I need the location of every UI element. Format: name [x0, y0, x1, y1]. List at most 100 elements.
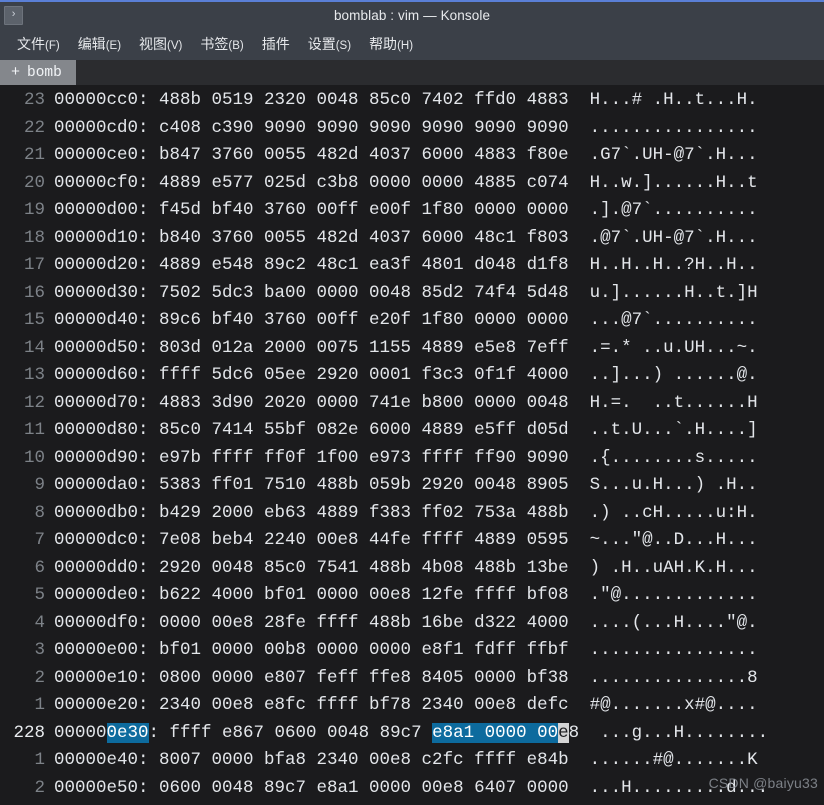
terminal-line: 17 00000d20: 4889 e548 89c2 48c1 ea3f 480…	[2, 252, 824, 280]
hexdump-hex: 0000 00e8 28fe ffff 488b 16be d322 4000	[148, 612, 569, 633]
menu-file[interactable]: 文件(F)	[8, 31, 69, 57]
hexdump-offset: 00000d70:	[54, 392, 149, 413]
hexdump-offset: 00000e50:	[54, 777, 149, 798]
line-number: 1	[34, 750, 45, 770]
hexdump-hex: 85c0 7414 55bf 082e 6000 4889 e5ff d05d	[148, 420, 569, 440]
terminal-line: 21 00000ce0: b847 3760 0055 482d 4037 600…	[2, 142, 824, 170]
hexdump-offset: 00000d10:	[54, 227, 149, 248]
hexdump-ascii: ."@.............	[568, 585, 758, 605]
terminal-line: 3 00000e00: bf01 0000 00b8 0000 0000 e8f1…	[2, 637, 824, 665]
line-number: 17	[23, 255, 45, 275]
hexdump-hex: 488b 0519 2320 0048 85c0 7402 ffd0 4883	[148, 90, 569, 110]
hexdump-hex: b622 4000 bf01 0000 00e8 12fe ffff bf08	[148, 585, 569, 605]
terminal-line: 22 00000cd0: c408 c390 9090 9090 9090 909…	[2, 115, 824, 143]
line-number: 23	[23, 90, 45, 110]
menu-label: 文件	[17, 36, 45, 52]
hexdump-hex: b429 2000 eb63 4889 f383 ff02 753a 488b	[148, 502, 569, 523]
hexdump-bytes: 00000d90: e97b ffff ff0f 1f00 e973 ffff …	[54, 445, 569, 473]
selected-text: e8a1 0000 00	[432, 722, 559, 743]
menu-mnemonic: (F)	[45, 40, 60, 52]
hexdump-bytes: 00000e40: 8007 0000 bfa8 2340 00e8 c2fc …	[54, 747, 569, 775]
hexdump-ascii: .=.* ..u.UH...~.	[568, 337, 758, 358]
hexdump-hex: 7e08 beb4 2240 00e8 44fe ffff 4889 0595	[148, 530, 569, 550]
line-number: 12	[23, 392, 45, 413]
hexdump-offset: 00000ce0:	[54, 145, 149, 165]
hexdump-bytes: 00000df0: 0000 00e8 28fe ffff 488b 16be …	[54, 610, 569, 638]
hexdump-ascii: S...u.H...) .H..	[568, 475, 758, 495]
hexdump-offset: 00000d50:	[54, 337, 149, 358]
terminal-line: 4 00000df0: 0000 00e8 28fe ffff 488b 16be…	[2, 610, 824, 638]
terminal-line: 1 00000e40: 8007 0000 bfa8 2340 00e8 c2fc…	[2, 747, 824, 775]
terminal-line: 19 00000d00: f45d bf40 3760 00ff e00f 1f8…	[2, 197, 824, 225]
hexdump-bytes: 00000dd0: 2920 0048 85c0 7541 488b 4b08 …	[54, 555, 569, 583]
terminal-line: 7 00000dc0: 7e08 beb4 2240 00e8 44fe ffff…	[2, 527, 824, 555]
line-number: 19	[23, 200, 45, 220]
hexdump-ascii: .@7`.UH-@7`.H...	[568, 227, 758, 248]
menu-mnemonic: (E)	[105, 40, 122, 52]
hexdump-ascii: .) ..cH.....u:H.	[568, 502, 758, 523]
hexdump-ascii: #@.......x#@....	[568, 695, 758, 715]
hexdump-offset: 00000d60:	[54, 365, 149, 385]
terminal-line: 11 00000d80: 85c0 7414 55bf 082e 6000 488…	[2, 417, 824, 445]
hexdump-bytes: 00000cc0: 488b 0519 2320 0048 85c0 7402 …	[54, 87, 569, 115]
hexdump-ascii: H..H..H..?H..H..	[568, 255, 758, 275]
line-number: 20	[23, 172, 45, 193]
hexdump-bytes: 00000e20: 2340 00e8 e8fc ffff bf78 2340 …	[54, 692, 569, 720]
tab-bar: + bomb	[0, 60, 824, 85]
line-number: 13	[23, 365, 45, 385]
menu-view[interactable]: 视图(V)	[130, 31, 191, 57]
hexdump-hex: 2920 0048 85c0 7541 488b 4b08 488b 13be	[148, 557, 569, 578]
hexdump-ascii: ......#@.......K	[568, 750, 758, 770]
menu-plugins[interactable]: 插件	[253, 31, 299, 57]
hexdump-bytes: 00000dc0: 7e08 beb4 2240 00e8 44fe ffff …	[54, 527, 569, 555]
line-number: 10	[23, 447, 45, 468]
line-number: 3	[34, 640, 45, 660]
menu-settings[interactable]: 设置(S)	[299, 31, 360, 57]
line-number: 2	[34, 777, 45, 798]
hexdump-ascii: ....(...H...."@.	[568, 612, 758, 633]
hexdump-offset: 00000e40:	[54, 750, 149, 770]
menu-label: 书签	[200, 36, 229, 52]
hexdump-bytes: 00000d10: b840 3760 0055 482d 4037 6000 …	[54, 225, 569, 253]
tab-bomb[interactable]: + bomb	[0, 60, 76, 85]
hexdump-hex: 89c6 bf40 3760 00ff e20f 1f80 0000 0000	[148, 310, 569, 330]
line-number: 18	[23, 227, 45, 248]
hexdump-hex: ffff 5dc6 05ee 2920 0001 f3c3 0f1f 4000	[148, 365, 569, 385]
terminal-line: 15 00000d40: 89c6 bf40 3760 00ff e20f 1f8…	[2, 307, 824, 335]
line-number: 8	[34, 502, 45, 523]
hexdump-bytes: 00000d70: 4883 3d90 2020 0000 741e b800 …	[54, 390, 569, 418]
hexdump-hex: f45d bf40 3760 00ff e00f 1f80 0000 0000	[148, 200, 569, 220]
hexdump-hex: 4889 e548 89c2 48c1 ea3f 4801 d048 d1f8	[148, 255, 569, 275]
line-number: 1	[34, 695, 45, 715]
hexdump-bytes: 00000d30: 7502 5dc3 ba00 0000 0048 85d2 …	[54, 280, 569, 308]
terminal-line: 13 00000d60: ffff 5dc6 05ee 2920 0001 f3c…	[2, 362, 824, 390]
menu-mnemonic: (H)	[397, 40, 414, 52]
hexdump-bytes: 00000cd0: c408 c390 9090 9090 9090 9090 …	[54, 115, 569, 143]
menu-label: 帮助	[369, 36, 398, 52]
hexdump-hex: 4883 3d90 2020 0000 741e b800 0000 0048	[148, 392, 569, 413]
hexdump-hex: e97b ffff ff0f 1f00 e973 ffff ff90 9090	[148, 447, 569, 468]
menu-label: 设置	[307, 36, 336, 52]
menu-help[interactable]: 帮助(H)	[360, 31, 422, 57]
menu-bookmarks[interactable]: 书签(B)	[191, 31, 252, 57]
hexdump-bytes: 00000da0: 5383 ff01 7510 488b 059b 2920 …	[54, 472, 569, 500]
hexdump-bytes: 00000cf0: 4889 e577 025d c3b8 0000 0000 …	[54, 170, 569, 198]
hexdump-ascii: ~..."@..D...H...	[568, 530, 758, 550]
hexdump-ascii: ...@7`..........	[568, 310, 758, 330]
terminal-line: 5 00000de0: b622 4000 bf01 0000 00e8 12fe…	[2, 582, 824, 610]
hexdump-offset: 00000d90:	[54, 447, 149, 468]
hexdump-hex: 4889 e577 025d c3b8 0000 0000 4885 c074	[148, 172, 569, 193]
hexdump-offset: 00000dc0:	[54, 530, 149, 550]
hexdump-offset: 00000de0:	[54, 585, 149, 605]
hexdump-bytes: 00000d40: 89c6 bf40 3760 00ff e20f 1f80 …	[54, 307, 569, 335]
hexdump-hex: b840 3760 0055 482d 4037 6000 48c1 f803	[148, 227, 569, 248]
hexdump-ascii: ..]...) ......@.	[568, 365, 758, 385]
terminal-view[interactable]: 23 00000cc0: 488b 0519 2320 0048 85c0 740…	[0, 85, 824, 805]
title-bar: › bomblab : vim — Konsole	[0, 0, 824, 28]
selected-text: 0e30	[106, 722, 149, 743]
hexdump-ascii: u.]......H..t.]H	[568, 282, 758, 303]
menu-edit[interactable]: 编辑(E)	[69, 31, 130, 57]
terminal-line: 9 00000da0: 5383 ff01 7510 488b 059b 2920…	[2, 472, 824, 500]
hexdump-bytes: 00000ce0: b847 3760 0055 482d 4037 6000 …	[54, 142, 569, 170]
terminal-line: 12 00000d70: 4883 3d90 2020 0000 741e b80…	[2, 390, 824, 418]
